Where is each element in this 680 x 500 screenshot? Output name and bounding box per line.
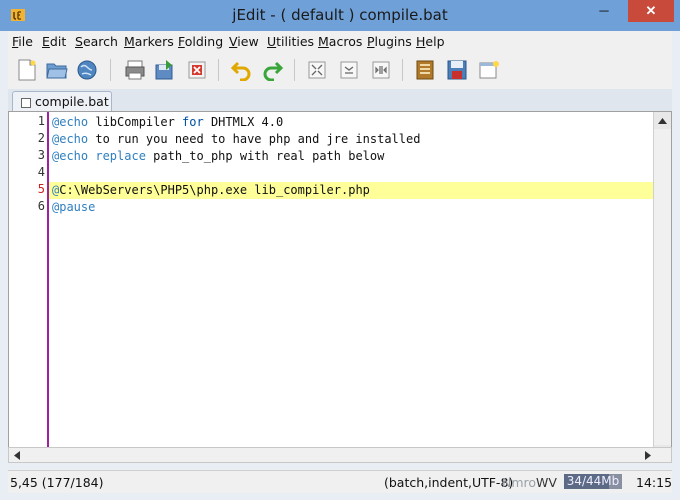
print-icon[interactable] bbox=[122, 57, 148, 83]
menu-item-utilities[interactable]: Utilities bbox=[267, 34, 314, 49]
menu-label-rest: acros bbox=[328, 34, 363, 49]
menu-mnemonic: H bbox=[416, 34, 426, 49]
horizontal-scrollbar[interactable] bbox=[8, 447, 672, 463]
fold-icon[interactable] bbox=[304, 57, 330, 83]
line-number: 1 bbox=[37, 114, 45, 128]
text-token: C:\WebServers\PHP5\php.exe lib_compiler.… bbox=[59, 183, 370, 197]
save-icon[interactable] bbox=[444, 57, 470, 83]
menu-label-rest: lugins bbox=[374, 34, 412, 49]
code-line[interactable]: @echo libCompiler for DHTMLX 4.0 bbox=[52, 114, 283, 131]
text-token: libCompiler bbox=[88, 115, 183, 129]
toolbar bbox=[8, 53, 672, 89]
vertical-scrollbar[interactable] bbox=[653, 112, 671, 462]
title-bar[interactable]: jEdit - ( default ) compile.bat ─ ✕ bbox=[0, 0, 680, 31]
menu-item-edit[interactable]: Edit bbox=[42, 34, 66, 49]
menu-label-rest: iew bbox=[237, 34, 259, 49]
text-token: to run you need to have php and jre inst… bbox=[88, 132, 421, 146]
status-bar: 5,45 (177/184) (batch,indent,UTF-8) Nmro… bbox=[8, 470, 672, 493]
clipboard-icon[interactable] bbox=[412, 57, 438, 83]
redo-icon[interactable] bbox=[260, 57, 286, 83]
menu-mnemonic: M bbox=[124, 34, 135, 49]
clock: 14:15 bbox=[636, 475, 673, 490]
keyword-token: @echo bbox=[52, 149, 89, 163]
window-title: jEdit - ( default ) compile.bat bbox=[232, 6, 448, 24]
menu-label-rest: arkers bbox=[134, 34, 174, 49]
tab-checkbox-icon bbox=[21, 98, 31, 108]
keyword-token: @echo bbox=[52, 132, 89, 146]
menu-mnemonic: F bbox=[178, 34, 185, 49]
keyword-token: @pause bbox=[52, 200, 96, 214]
menu-bar: File Edit Search Markers Folding View Utilitie… bbox=[8, 31, 672, 53]
close-file-icon[interactable] bbox=[184, 57, 210, 83]
line-number: 2 bbox=[37, 131, 45, 145]
buffer-tabs: compile.bat bbox=[8, 89, 672, 112]
line-number: 6 bbox=[37, 199, 45, 213]
expand-icon[interactable] bbox=[368, 57, 394, 83]
code-line[interactable]: @pause bbox=[52, 199, 95, 216]
menu-item-view[interactable]: View bbox=[229, 34, 259, 49]
toolbar-separator bbox=[110, 59, 111, 81]
menu-mnemonic: M bbox=[318, 34, 329, 49]
menu-label-rest: olding bbox=[184, 34, 224, 49]
menu-item-folding[interactable]: Folding bbox=[178, 34, 223, 49]
line-number: 3 bbox=[37, 148, 45, 162]
line-number: 5 bbox=[37, 182, 45, 196]
code-line[interactable]: @echo replace path_to_php with real path… bbox=[52, 148, 384, 165]
toolbar-separator bbox=[402, 59, 403, 81]
tab-label: compile.bat bbox=[35, 94, 109, 109]
code-line[interactable]: @echo to run you need to have php and jr… bbox=[52, 131, 420, 148]
menu-mnemonic: P bbox=[367, 34, 375, 49]
text-token: DHTMLX 4.0 bbox=[203, 115, 284, 129]
menu-item-plugins[interactable]: Plugins bbox=[367, 34, 412, 49]
menu-item-macros[interactable]: Macros bbox=[318, 34, 362, 49]
globe-icon[interactable] bbox=[74, 57, 100, 83]
line-number-gutter: 1 2 3 4 5 6 bbox=[9, 112, 47, 462]
toolbar-separator bbox=[294, 59, 295, 81]
menu-item-file[interactable]: File bbox=[12, 34, 33, 49]
menu-mnemonic: E bbox=[42, 34, 50, 49]
scroll-left-arrow-icon[interactable] bbox=[9, 448, 24, 462]
save-as-icon[interactable] bbox=[152, 57, 178, 83]
menu-label-rest: ile bbox=[18, 34, 33, 49]
menu-label-rest: elp bbox=[425, 34, 445, 49]
scroll-right-arrow-icon[interactable] bbox=[640, 448, 655, 462]
scroll-up-arrow-icon[interactable] bbox=[654, 112, 671, 129]
undo-icon[interactable] bbox=[228, 57, 254, 83]
new-view-icon[interactable] bbox=[476, 57, 502, 83]
menu-label-rest: tilities bbox=[276, 34, 315, 49]
flags-active: WV bbox=[536, 475, 557, 490]
text-editor[interactable]: 123456 @echo libCompiler for DHTMLX 4.0 @… bbox=[8, 111, 672, 463]
tab-compile-bat[interactable]: compile.bat bbox=[12, 91, 112, 112]
caret-position[interactable]: 5,45 (177/184) bbox=[10, 475, 104, 490]
text-area[interactable]: @echo libCompiler for DHTMLX 4.0 @echo to… bbox=[49, 112, 653, 462]
memory-text: 34/44Mb bbox=[566, 474, 620, 488]
keyword-token: replace bbox=[95, 149, 146, 163]
keyword-token: @echo bbox=[52, 115, 89, 129]
text-token: path_to_php with real path below bbox=[145, 149, 385, 163]
jedit-window: jEdit - ( default ) compile.bat ─ ✕ File… bbox=[0, 0, 680, 500]
keyword-token: for bbox=[182, 115, 204, 129]
menu-item-markers[interactable]: Markers bbox=[124, 34, 174, 49]
collapse-icon[interactable] bbox=[336, 57, 362, 83]
line-number: 4 bbox=[37, 165, 45, 179]
menu-item-help[interactable]: Help bbox=[416, 34, 445, 49]
code-line[interactable]: @C:\WebServers\PHP5\php.exe lib_compiler… bbox=[52, 182, 370, 199]
memory-indicator[interactable]: 34/44Mb bbox=[564, 474, 622, 489]
menu-mnemonic: U bbox=[267, 34, 277, 49]
close-window-button[interactable]: ✕ bbox=[628, 0, 674, 22]
new-file-icon[interactable] bbox=[14, 57, 40, 83]
minimize-button[interactable]: ─ bbox=[590, 0, 618, 22]
open-folder-icon[interactable] bbox=[44, 57, 70, 83]
toolbar-separator bbox=[218, 59, 219, 81]
buffer-mode[interactable]: (batch,indent,UTF-8) bbox=[384, 475, 513, 490]
menu-label-rest: earch bbox=[82, 34, 118, 49]
editor-flags[interactable]: NmroWV bbox=[502, 475, 557, 490]
menu-mnemonic: S bbox=[75, 34, 83, 49]
menu-item-search[interactable]: Search bbox=[75, 34, 118, 49]
flags-inactive: Nmro bbox=[502, 475, 537, 490]
menu-label-rest: dit bbox=[49, 34, 67, 49]
